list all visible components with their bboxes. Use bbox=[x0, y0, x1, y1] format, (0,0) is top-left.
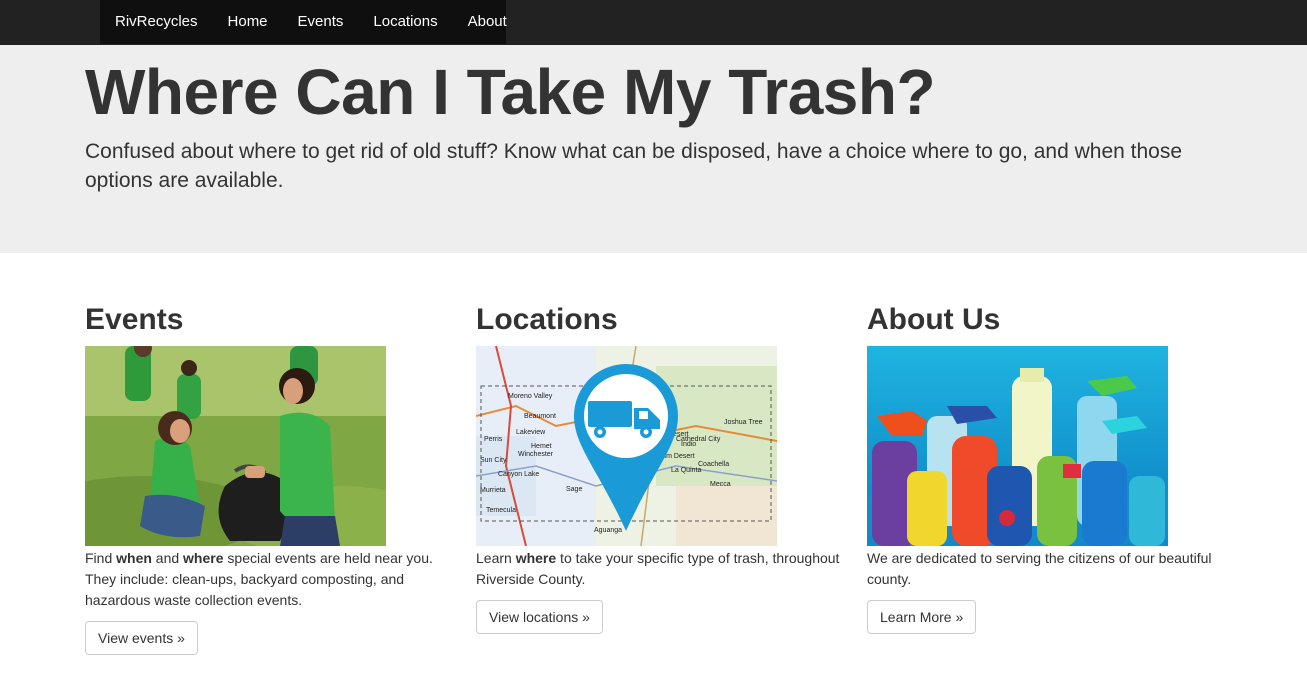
map-label-winchester: Winchester bbox=[518, 451, 554, 458]
about-column: About Us We are dedicated to serving the bbox=[867, 300, 1237, 634]
map-label-joshua-tree: Joshua Tree bbox=[724, 419, 763, 426]
nav-about[interactable]: About bbox=[453, 0, 522, 44]
cleaning-bottles-image bbox=[867, 346, 1168, 546]
map-label-perris: Perris bbox=[484, 436, 503, 443]
nav-locations[interactable]: Locations bbox=[358, 0, 452, 44]
map-label-cathedral-city: Cathedral City bbox=[676, 436, 721, 443]
map-label-aguanga: Aguanga bbox=[594, 527, 622, 534]
view-locations-button[interactable]: View locations » bbox=[476, 600, 603, 634]
brand-link[interactable]: RivRecycles bbox=[100, 0, 213, 44]
map-label-murrieta: Murrieta bbox=[480, 487, 506, 494]
navbar: RivRecycles Home Events Locations About bbox=[0, 0, 1307, 46]
view-events-button[interactable]: View events » bbox=[85, 621, 198, 655]
events-description: Find when and where special events are h… bbox=[85, 550, 433, 608]
locations-map-image: Moreno Valley Beaumont Perris Hemet Lake… bbox=[476, 346, 777, 546]
map-label-coachella: Coachella bbox=[698, 461, 729, 468]
map-label-moreno-valley: Moreno Valley bbox=[508, 393, 553, 400]
nav-links: RivRecycles Home Events Locations About bbox=[100, 0, 507, 44]
map-label-canyon-lake: Canyon Lake bbox=[498, 471, 539, 478]
hero-subtitle: Confused about where to get rid of old s… bbox=[85, 140, 1183, 192]
events-heading: Events bbox=[85, 303, 184, 336]
hero-jumbotron: Where Can I Take My Trash? Confused abou… bbox=[0, 45, 1307, 253]
nav-events[interactable]: Events bbox=[283, 0, 359, 44]
about-heading: About Us bbox=[867, 303, 1001, 336]
about-description: We are dedicated to serving the citizens… bbox=[867, 550, 1212, 587]
locations-column: Locations Moreno Valley Beaumont Perris … bbox=[476, 300, 846, 634]
locations-heading: Locations bbox=[476, 303, 618, 336]
nav-home[interactable]: Home bbox=[213, 0, 283, 44]
events-column: Events Find when and where special event… bbox=[85, 300, 455, 655]
map-label-hemet: Hemet bbox=[531, 443, 552, 450]
locations-description: Learn where to take your specific type o… bbox=[476, 550, 840, 587]
map-label-beaumont: Beaumont bbox=[524, 413, 556, 420]
map-label-mecca: Mecca bbox=[710, 481, 731, 488]
map-label-temecula: Temecula bbox=[486, 507, 516, 514]
map-label-sage: Sage bbox=[566, 486, 582, 493]
events-volunteers-image bbox=[85, 346, 386, 546]
map-label-lakeview: Lakeview bbox=[516, 429, 546, 436]
hero-title: Where Can I Take My Trash? bbox=[85, 56, 936, 128]
map-label-la-quinta: La Quinta bbox=[671, 467, 701, 474]
learn-more-button[interactable]: Learn More » bbox=[867, 600, 977, 634]
map-label-sun-city: Sun City bbox=[480, 457, 507, 464]
